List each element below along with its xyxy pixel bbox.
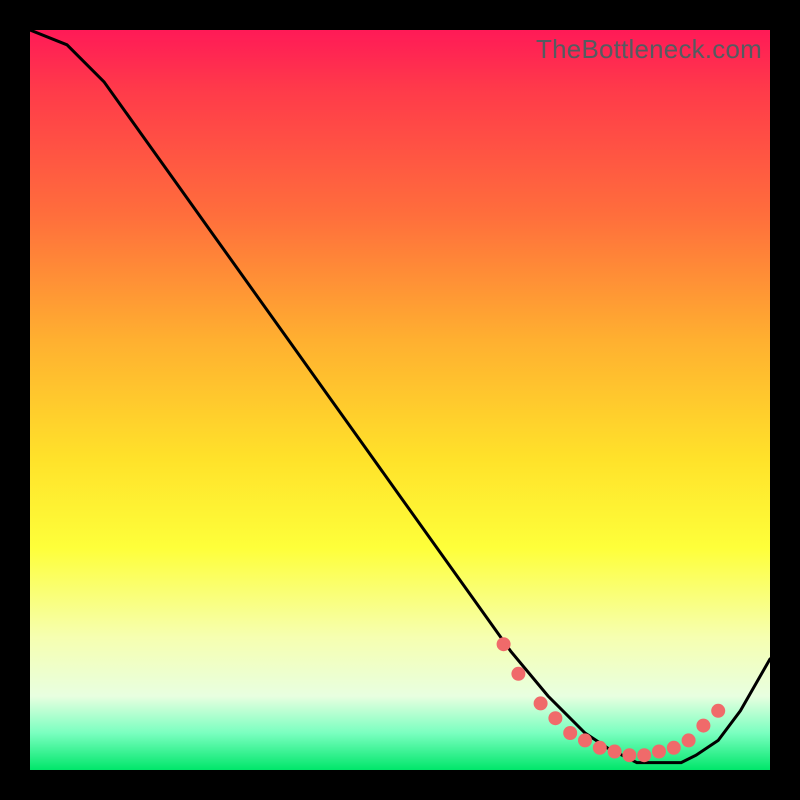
bottleneck-curve — [30, 30, 770, 763]
marker-dot — [563, 726, 577, 740]
marker-dot — [711, 704, 725, 718]
marker-dot — [652, 745, 666, 759]
marker-dot — [511, 667, 525, 681]
marker-dot — [637, 748, 651, 762]
marker-dot — [593, 741, 607, 755]
marker-dot — [578, 733, 592, 747]
plot-area: TheBottleneck.com — [30, 30, 770, 770]
marker-dot — [608, 745, 622, 759]
marker-dot — [548, 711, 562, 725]
marker-dot — [534, 696, 548, 710]
marker-dot — [667, 741, 681, 755]
marker-dot — [622, 748, 636, 762]
marker-dot — [682, 733, 696, 747]
curve-layer — [30, 30, 770, 770]
chart-frame: TheBottleneck.com — [0, 0, 800, 800]
marker-dot — [497, 637, 511, 651]
marker-dot — [696, 719, 710, 733]
bottom-dots — [497, 637, 726, 762]
